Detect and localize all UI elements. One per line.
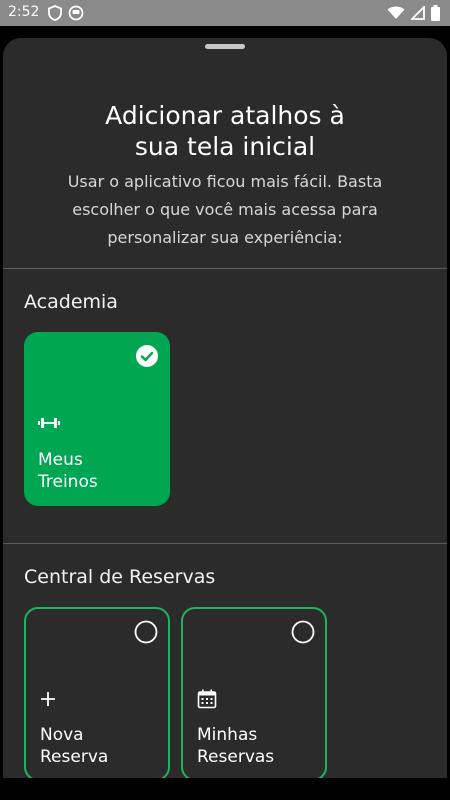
divider — [3, 543, 447, 544]
circle-face-icon — [68, 5, 84, 21]
section-title-central-de-reservas: Central de Reservas — [24, 566, 216, 588]
status-right-icons — [387, 5, 440, 21]
battery-icon — [431, 5, 440, 21]
card-label-line-2: Treinos — [38, 472, 98, 492]
card-label-line-1: Nova — [40, 725, 84, 745]
card-label-line-1: Meus — [38, 450, 83, 470]
card-label-line-2: Reservas — [197, 747, 275, 767]
sheet-subtitle: Usar o aplicativo ficou mais fácil. Bast… — [33, 168, 417, 252]
shortcut-card-meus-treinos[interactable]: Meus Treinos — [24, 332, 170, 506]
unchecked-circle-icon — [134, 620, 158, 644]
dumbbell-icon — [38, 418, 60, 428]
subtitle-line-2: escolher o que você mais acessa para — [72, 200, 378, 219]
status-left-icons — [48, 5, 84, 21]
title-line-2: sua tela inicial — [134, 131, 316, 161]
check-circle-icon — [136, 345, 158, 367]
calendar-icon — [197, 689, 217, 709]
navigation-bar — [0, 778, 450, 800]
card-label: Meus Treinos — [38, 449, 98, 493]
subtitle-line-1: Usar o aplicativo ficou mais fácil. Bast… — [67, 172, 383, 191]
subtitle-line-3: personalizar sua experiência: — [107, 228, 343, 247]
signal-icon — [411, 6, 425, 20]
plus-icon — [41, 692, 55, 706]
sheet-drag-handle[interactable] — [205, 44, 245, 49]
card-label: Minhas Reservas — [197, 724, 274, 768]
title-line-1: Adicionar atalhos à — [105, 100, 345, 130]
unchecked-circle-icon — [291, 620, 315, 644]
status-time: 2:52 — [8, 4, 40, 20]
shortcut-card-minhas-reservas[interactable]: Minhas Reservas — [181, 607, 327, 778]
status-bar: 2:52 — [0, 0, 450, 26]
shield-icon — [48, 5, 62, 21]
card-label-line-2: Reserva — [40, 747, 109, 767]
card-label: Nova Reserva — [40, 724, 108, 768]
bottom-sheet: Adicionar atalhos à sua tela inicial Usa… — [3, 38, 447, 778]
sheet-title: Adicionar atalhos à sua tela inicial — [3, 100, 447, 162]
shortcut-card-nova-reserva[interactable]: Nova Reserva — [24, 607, 170, 778]
wifi-icon — [387, 6, 405, 19]
card-label-line-1: Minhas — [197, 725, 258, 745]
divider — [3, 268, 447, 269]
section-title-academia: Academia — [24, 291, 118, 313]
